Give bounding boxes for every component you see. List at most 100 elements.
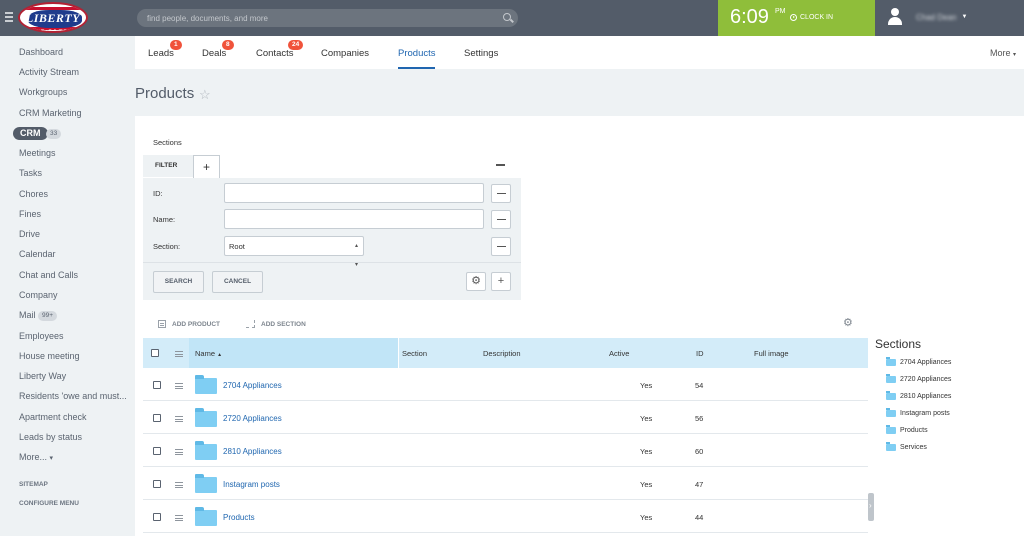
column-name-label: Name <box>195 349 216 358</box>
menu-item-chat-and-calls[interactable]: Chat and Calls <box>19 270 78 280</box>
tab-companies[interactable]: Companies <box>321 48 369 59</box>
row-checkbox[interactable] <box>153 414 161 422</box>
section-label: Section: <box>153 242 181 251</box>
grid-settings-gear-icon[interactable]: ⚙ <box>843 318 853 329</box>
menu-item-employees[interactable]: Employees <box>19 331 64 341</box>
id-field[interactable] <box>224 183 484 203</box>
tab-deals[interactable]: Deals <box>202 48 226 59</box>
menu-item-company[interactable]: Company <box>19 290 58 300</box>
search-button[interactable]: SEARCH <box>153 271 204 293</box>
column-description[interactable]: Description <box>483 349 521 358</box>
menu-item-drive[interactable]: Drive <box>19 229 40 239</box>
table-row[interactable]: 2810 Appliances Yes 60 <box>143 434 868 467</box>
tab-products[interactable]: Products <box>398 48 436 59</box>
crm-count-badge: 33 <box>46 128 62 139</box>
user-menu[interactable]: Chad Dean ▼ <box>888 8 967 26</box>
configure-menu-link[interactable]: CONFIGURE MENU <box>19 500 79 507</box>
remove-id-field-button[interactable] <box>491 184 511 203</box>
chevron-down-icon: ▾ <box>1013 52 1017 58</box>
folder-icon <box>195 474 217 493</box>
column-section[interactable]: Section <box>402 349 427 358</box>
table-row[interactable]: Products Yes 44 <box>143 500 868 533</box>
menu-item-crm[interactable]: CRM <box>13 127 48 140</box>
search-icon[interactable] <box>503 13 511 21</box>
menu-item-leads-by-status[interactable]: Leads by status <box>19 432 82 442</box>
remove-section-field-button[interactable] <box>491 237 511 256</box>
clock-in-button[interactable]: CLOCK IN <box>790 14 833 21</box>
add-field-button[interactable]: + <box>491 272 511 291</box>
row-checkbox[interactable] <box>153 513 161 521</box>
menu-item-meetings[interactable]: Meetings <box>19 148 56 158</box>
add-product-button[interactable]: ADD PRODUCT <box>158 320 220 328</box>
section-link[interactable]: 2720 Appliances <box>886 374 951 383</box>
clock-widget[interactable]: 6:09 PM CLOCK IN <box>718 0 875 36</box>
clock-in-label: CLOCK IN <box>800 14 834 21</box>
panel-toggle-handle[interactable] <box>868 493 874 521</box>
row-menu-icon[interactable] <box>175 449 183 455</box>
select-all-checkbox[interactable] <box>151 349 159 357</box>
row-checkbox[interactable] <box>153 480 161 488</box>
menu-item-liberty-way[interactable]: Liberty Way <box>19 371 66 381</box>
company-logo[interactable]: LIBERTY WAY <box>18 2 88 33</box>
menu-icon[interactable] <box>5 12 13 22</box>
add-section-button[interactable]: ADD SECTION <box>246 320 306 328</box>
table-row[interactable]: 2704 Appliances Yes 54 <box>143 368 868 401</box>
menu-item-tasks[interactable]: Tasks <box>19 168 42 178</box>
row-menu-icon[interactable] <box>175 416 183 422</box>
menu-item-calendar[interactable]: Calendar <box>19 249 56 259</box>
section-link[interactable]: Instagram posts <box>886 408 950 417</box>
row-checkbox[interactable] <box>153 447 161 455</box>
menu-item-dashboard[interactable]: Dashboard <box>19 47 63 57</box>
tab-more[interactable]: More ▾ <box>990 48 1016 58</box>
menu-item-crm-marketing[interactable]: CRM Marketing <box>19 108 82 118</box>
section-link[interactable]: 2704 Appliances <box>886 357 951 366</box>
row-menu-icon[interactable] <box>175 383 183 389</box>
section-link[interactable]: Products <box>886 425 928 434</box>
tab-leads[interactable]: Leads <box>148 48 174 59</box>
row-menu-icon[interactable] <box>175 515 183 521</box>
search-bar[interactable] <box>137 9 518 27</box>
remove-name-field-button[interactable] <box>491 210 511 229</box>
menu-item-fines[interactable]: Fines <box>19 209 41 219</box>
row-name-link[interactable]: 2704 Appliances <box>223 381 282 390</box>
column-name[interactable]: Name ▲ <box>195 349 222 358</box>
cancel-button[interactable]: CANCEL <box>212 271 263 293</box>
contacts-count-badge: 24 <box>288 40 304 50</box>
menu-item-residents[interactable]: Residents 'owe and must... <box>19 391 127 401</box>
menu-item-house-meeting[interactable]: House meeting <box>19 351 80 361</box>
add-filter-tab-button[interactable]: + <box>193 155 220 178</box>
table-row[interactable]: Instagram posts Yes 47 <box>143 467 868 500</box>
section-select[interactable]: Root ▴ ▾ <box>224 236 364 268</box>
menu-item-more[interactable]: More... ▾ <box>19 452 53 462</box>
row-name-link[interactable]: 2810 Appliances <box>223 447 282 456</box>
mail-label: Mail <box>19 310 36 320</box>
menu-item-activity-stream[interactable]: Activity Stream <box>19 67 79 77</box>
favorite-star-icon[interactable]: ☆ <box>199 87 211 103</box>
collapse-filter-icon[interactable] <box>496 159 505 169</box>
filter-settings-gear-icon[interactable]: ⚙ <box>466 272 486 291</box>
row-checkbox[interactable] <box>153 381 161 389</box>
column-full-image[interactable]: Full image <box>754 349 789 358</box>
column-menu-icon[interactable] <box>175 351 183 357</box>
column-id[interactable]: ID <box>696 349 704 358</box>
column-active[interactable]: Active <box>609 349 629 358</box>
tab-contacts[interactable]: Contacts <box>256 48 294 59</box>
table-row[interactable]: 2720 Appliances Yes 56 <box>143 401 868 434</box>
menu-item-chores[interactable]: Chores <box>19 189 48 199</box>
row-menu-icon[interactable] <box>175 482 183 488</box>
row-name-link[interactable]: Instagram posts <box>223 480 280 489</box>
sitemap-link[interactable]: SITEMAP <box>19 481 48 488</box>
menu-item-apartment-check[interactable]: Apartment check <box>19 412 87 422</box>
filter-tab[interactable]: FILTER <box>143 155 193 177</box>
search-input[interactable] <box>147 11 477 25</box>
row-name-link[interactable]: 2720 Appliances <box>223 414 282 423</box>
section-link[interactable]: 2810 Appliances <box>886 391 951 400</box>
menu-item-mail[interactable]: Mail 99+ <box>19 310 58 321</box>
chevron-down-icon: ▾ <box>49 455 54 462</box>
mail-count-badge: 99+ <box>38 310 58 321</box>
section-link[interactable]: Services <box>886 442 927 451</box>
row-name-link[interactable]: Products <box>223 513 255 522</box>
menu-item-workgroups[interactable]: Workgroups <box>19 87 67 97</box>
tab-settings[interactable]: Settings <box>464 48 498 59</box>
name-field[interactable] <box>224 209 484 229</box>
